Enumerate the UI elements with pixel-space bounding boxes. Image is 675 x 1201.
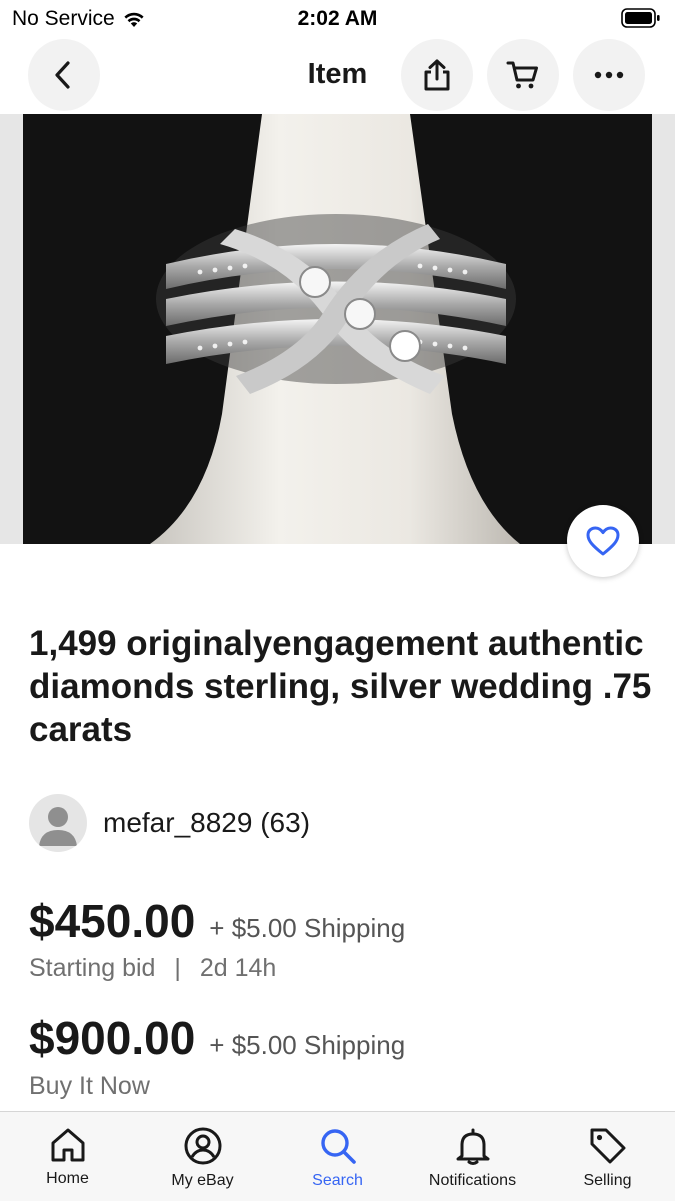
more-options-button[interactable] <box>573 39 645 111</box>
more-horizontal-icon <box>594 71 624 79</box>
tab-search[interactable]: Search <box>270 1112 405 1201</box>
auction-price: $450.00 <box>29 895 196 947</box>
tab-home-label: Home <box>46 1170 89 1187</box>
auction-shipping: + $5.00 Shipping <box>209 913 406 943</box>
auction-price-row: $450.00 + $5.00 Shipping <box>29 894 405 948</box>
seller-username: mefar_8829 <box>103 807 253 838</box>
seller-feedback-count: (63) <box>260 807 311 838</box>
share-icon <box>424 59 450 91</box>
search-icon <box>320 1129 356 1164</box>
tab-search-label: Search <box>312 1172 363 1189</box>
user-circle-icon <box>184 1127 221 1165</box>
status-bar: No Service 2:02 AM <box>0 0 675 36</box>
time-left: 2d 14h <box>199 954 277 982</box>
share-button[interactable] <box>401 39 473 111</box>
buy-it-now-shipping: + $5.00 Shipping <box>209 1030 406 1060</box>
ring-photo <box>0 114 675 544</box>
tab-selling-label: Selling <box>583 1172 632 1189</box>
nav-bar: Item <box>0 36 675 114</box>
buy-it-now-price-row: $900.00 + $5.00 Shipping <box>29 1011 405 1065</box>
battery-icon <box>621 8 660 28</box>
bell-icon <box>456 1128 489 1165</box>
tab-selling[interactable]: Selling <box>540 1112 675 1201</box>
item-image[interactable] <box>0 114 675 544</box>
avatar <box>29 794 87 852</box>
tab-notifications-label: Notifications <box>428 1172 517 1189</box>
tab-notifications[interactable]: Notifications <box>405 1112 540 1201</box>
user-silhouette-icon <box>39 807 77 846</box>
cart-button[interactable] <box>487 39 559 111</box>
home-icon <box>51 1128 84 1162</box>
tab-bar: Home My eBay Search Notifications Sellin… <box>0 1111 675 1201</box>
status-time: 2:02 AM <box>297 7 378 30</box>
tab-my-ebay-label: My eBay <box>171 1172 234 1189</box>
tag-icon <box>590 1128 625 1164</box>
cart-icon <box>506 61 538 89</box>
starting-bid-label: Starting bid <box>29 954 156 982</box>
seller-name: mefar_8829 (63) <box>103 807 310 839</box>
tab-my-ebay[interactable]: My eBay <box>135 1112 270 1201</box>
buy-it-now-price: $900.00 <box>29 1012 196 1064</box>
item-title: 1,499 originalyengagement authentic diam… <box>29 624 652 749</box>
heart-icon <box>586 526 620 556</box>
meta-separator: | <box>174 954 181 982</box>
watch-button[interactable] <box>567 505 639 577</box>
tab-home[interactable]: Home <box>0 1112 135 1201</box>
buy-it-now-label: Buy It Now <box>29 1072 150 1100</box>
seller-info[interactable]: mefar_8829 (63) <box>29 794 310 852</box>
auction-meta: Starting bid | 2d 14h <box>29 954 276 983</box>
